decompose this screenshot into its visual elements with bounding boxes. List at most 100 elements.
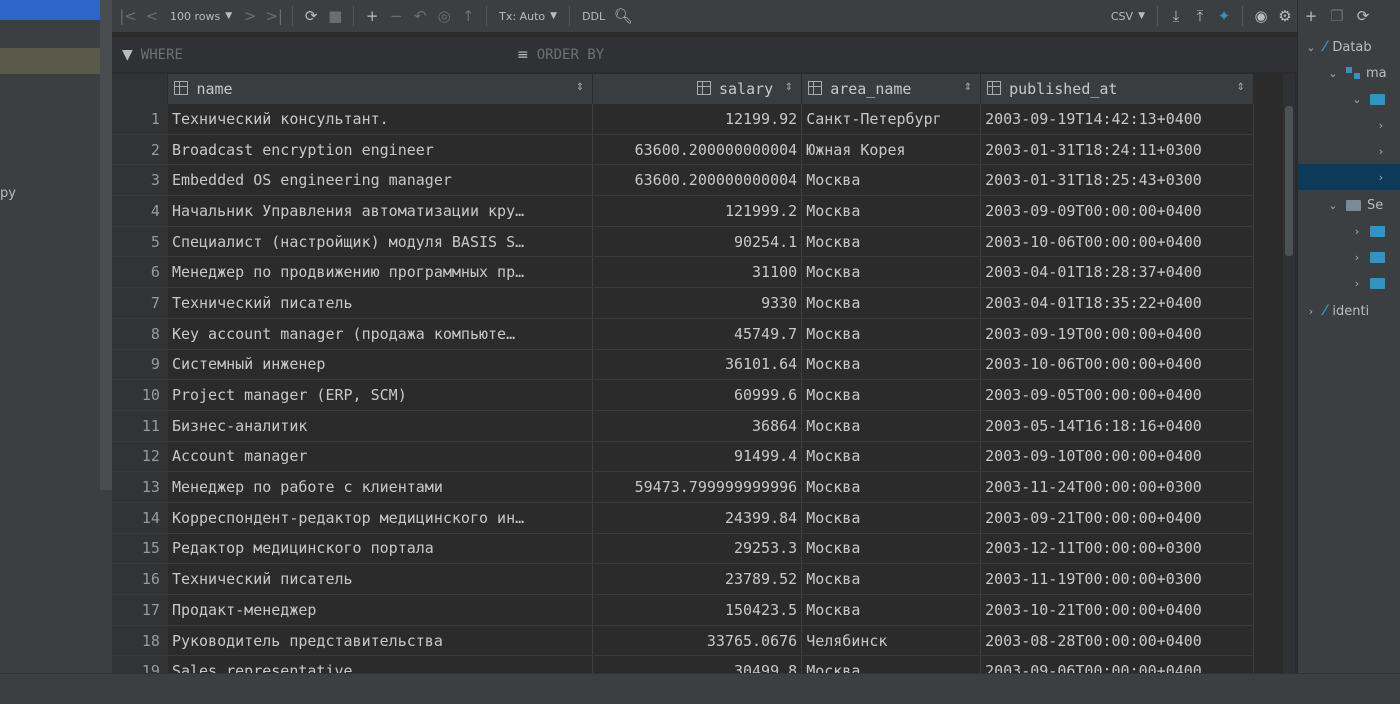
column-header-published-at[interactable]: published_at ⇕ (980, 74, 1254, 104)
first-page-button[interactable]: |< (116, 0, 140, 32)
name-cell[interactable]: Продакт-менеджер (167, 594, 594, 626)
area-name-cell[interactable]: Москва (801, 563, 982, 595)
area-name-cell[interactable]: Москва (801, 441, 982, 473)
left-panel-scrollbar[interactable] (100, 0, 112, 490)
tree-item-folder[interactable]: ⌄ (1298, 86, 1400, 112)
salary-cell[interactable]: 91499.4 (592, 441, 803, 473)
name-cell[interactable]: Специалист (настройщик) модуля BASIS S… (167, 226, 594, 258)
area-name-cell[interactable]: Москва (801, 226, 982, 258)
column-header-name[interactable]: name ⇕ (167, 74, 594, 104)
salary-cell[interactable]: 60999.6 (592, 379, 803, 411)
download-icon[interactable]: ⤓ (1164, 0, 1188, 32)
salary-cell[interactable]: 31100 (592, 256, 803, 289)
compare-icon[interactable]: ✦ (1212, 0, 1236, 32)
area-name-cell[interactable]: Москва (801, 287, 982, 319)
tree-item-child[interactable]: › (1298, 138, 1400, 164)
sort-toggle-icon[interactable]: ⇕ (964, 82, 972, 93)
view-icon[interactable]: ◉ (1249, 0, 1273, 32)
published-at-cell[interactable]: 2003-09-09T00:00:00+0400 (980, 195, 1254, 227)
salary-cell[interactable]: 36864 (592, 410, 803, 442)
search-icon[interactable]: 🔍︎ (611, 0, 635, 32)
published-at-cell[interactable]: 2003-08-28T00:00:00+0400 (980, 625, 1254, 657)
left-panel-highlight-row[interactable] (0, 48, 100, 74)
area-name-cell[interactable]: Москва (801, 502, 982, 534)
name-cell[interactable]: Менеджер по работе с клиентами (167, 471, 594, 503)
tree-item-datasource[interactable]: ⌄ ⁄ Datab (1298, 34, 1400, 60)
table-row[interactable]: 1 Технический консультант. 12199.92 Санкт-П… (112, 104, 1254, 135)
area-name-cell[interactable]: Москва (801, 256, 982, 289)
preview-changes-icon[interactable]: ◎ (432, 0, 456, 32)
export-format-dropdown[interactable]: CSV ▼ (1105, 0, 1151, 32)
name-cell[interactable]: Менеджер по продвижению программных пр… (167, 256, 594, 289)
published-at-cell[interactable]: 2003-09-19T00:00:00+0400 (980, 318, 1254, 350)
table-row[interactable]: 10 Project manager (ERP, SCM) 60999.6 Москв… (112, 379, 1254, 411)
published-at-cell[interactable]: 2003-05-14T16:18:16+0400 (980, 410, 1254, 442)
table-row[interactable]: 14 Корреспондент-редактор медицинского ин… (112, 502, 1254, 534)
where-filter-input[interactable]: ▼ WHERE (122, 37, 183, 72)
tree-item-folder[interactable]: › (1298, 270, 1400, 296)
table-row[interactable]: 15 Редактор медицинского портала 29253.3 Мо… (112, 533, 1254, 565)
table-row[interactable]: 8 Key account manager (продажа компьюте… 4… (112, 318, 1254, 350)
name-cell[interactable]: Технический писатель (167, 287, 594, 319)
published-at-cell[interactable]: 2003-04-01T18:28:37+0400 (980, 256, 1254, 289)
revert-icon[interactable]: ↶ (408, 0, 432, 32)
tree-item-datasource[interactable]: › ⁄ identi (1298, 298, 1400, 324)
published-at-cell[interactable]: 2003-10-06T00:00:00+0400 (980, 226, 1254, 258)
published-at-cell[interactable]: 2003-01-31T18:25:43+0300 (980, 164, 1254, 197)
salary-cell[interactable]: 24399.84 (592, 502, 803, 534)
area-name-cell[interactable]: Челябинск (801, 625, 982, 657)
table-row[interactable]: 6 Менеджер по продвижению программных пр…… (112, 256, 1254, 289)
submit-icon[interactable]: ↑ (456, 0, 480, 32)
scrollbar-thumb[interactable] (1285, 106, 1293, 256)
area-name-cell[interactable]: Москва (801, 471, 982, 503)
published-at-cell[interactable]: 2003-09-06T00:00:00+0400 (980, 655, 1254, 673)
last-page-button[interactable]: >| (262, 0, 286, 32)
area-name-cell[interactable]: Москва (801, 349, 982, 381)
table-row[interactable]: 16 Технический писатель 23789.52 Москва 2003… (112, 563, 1254, 595)
column-header-salary[interactable]: salary ⇕ (592, 74, 803, 104)
salary-cell[interactable]: 45749.7 (592, 318, 803, 350)
table-row[interactable]: 18 Руководитель представительства 33765.06… (112, 625, 1254, 657)
area-name-cell[interactable]: Москва (801, 655, 982, 673)
tree-item-child-selected[interactable]: › (1298, 164, 1400, 190)
table-row[interactable]: 9 Системный инженер 36101.64 Москва 2003-10-… (112, 349, 1254, 381)
tree-item-folder[interactable]: › (1298, 218, 1400, 244)
table-row[interactable]: 11 Бизнес-аналитик 36864 Москва 2003-05-14T1… (112, 410, 1254, 442)
salary-cell[interactable]: 63600.200000000004 (592, 164, 803, 197)
copy-icon[interactable]: ❐ (1324, 7, 1350, 25)
left-panel-selected-item[interactable] (0, 0, 100, 20)
published-at-cell[interactable]: 2003-09-05T00:00:00+0400 (980, 379, 1254, 411)
salary-cell[interactable]: 150423.5 (592, 594, 803, 626)
salary-cell[interactable]: 33765.0676 (592, 625, 803, 657)
published-at-cell[interactable]: 2003-11-19T00:00:00+0300 (980, 563, 1254, 595)
salary-cell[interactable]: 23789.52 (592, 563, 803, 595)
name-cell[interactable]: Корреспондент-редактор медицинского ин… (167, 502, 594, 534)
tree-item-folder[interactable]: › (1298, 244, 1400, 270)
salary-cell[interactable]: 121999.2 (592, 195, 803, 227)
published-at-cell[interactable]: 2003-11-24T00:00:00+0300 (980, 471, 1254, 503)
area-name-cell[interactable]: Санкт-Петербург (801, 104, 982, 135)
ddl-button[interactable]: DDL (576, 0, 611, 32)
table-row[interactable]: 13 Менеджер по работе с клиентами 59473.79… (112, 471, 1254, 503)
sort-toggle-icon[interactable]: ⇕ (576, 82, 584, 93)
name-cell[interactable]: Редактор медицинского портала (167, 533, 594, 565)
area-name-cell[interactable]: Москва (801, 594, 982, 626)
name-cell[interactable]: Account manager (167, 441, 594, 473)
add-icon[interactable]: + (1298, 7, 1324, 25)
table-row[interactable]: 4 Начальник Управления автоматизации кру…… (112, 195, 1254, 227)
published-at-cell[interactable]: 2003-12-11T00:00:00+0300 (980, 533, 1254, 565)
salary-cell[interactable]: 30499.8 (592, 655, 803, 673)
name-cell[interactable]: Broadcast encryption engineer (167, 134, 594, 166)
upload-icon[interactable]: ⤒ (1188, 0, 1212, 32)
salary-cell[interactable]: 36101.64 (592, 349, 803, 381)
name-cell[interactable]: Системный инженер (167, 349, 594, 381)
salary-cell[interactable]: 63600.200000000004 (592, 134, 803, 166)
name-cell[interactable]: Sales representative (167, 655, 594, 673)
table-row[interactable]: 17 Продакт-менеджер 150423.5 Москва 2003-10-… (112, 594, 1254, 626)
published-at-cell[interactable]: 2003-01-31T18:24:11+0300 (980, 134, 1254, 166)
prev-page-button[interactable]: < (140, 0, 164, 32)
table-row[interactable]: 12 Account manager 91499.4 Москва 2003-09-10… (112, 441, 1254, 473)
stop-icon[interactable]: ■ (323, 0, 347, 32)
refresh-icon[interactable]: ⟳ (299, 0, 323, 32)
name-cell[interactable]: Технический консультант. (167, 104, 594, 135)
